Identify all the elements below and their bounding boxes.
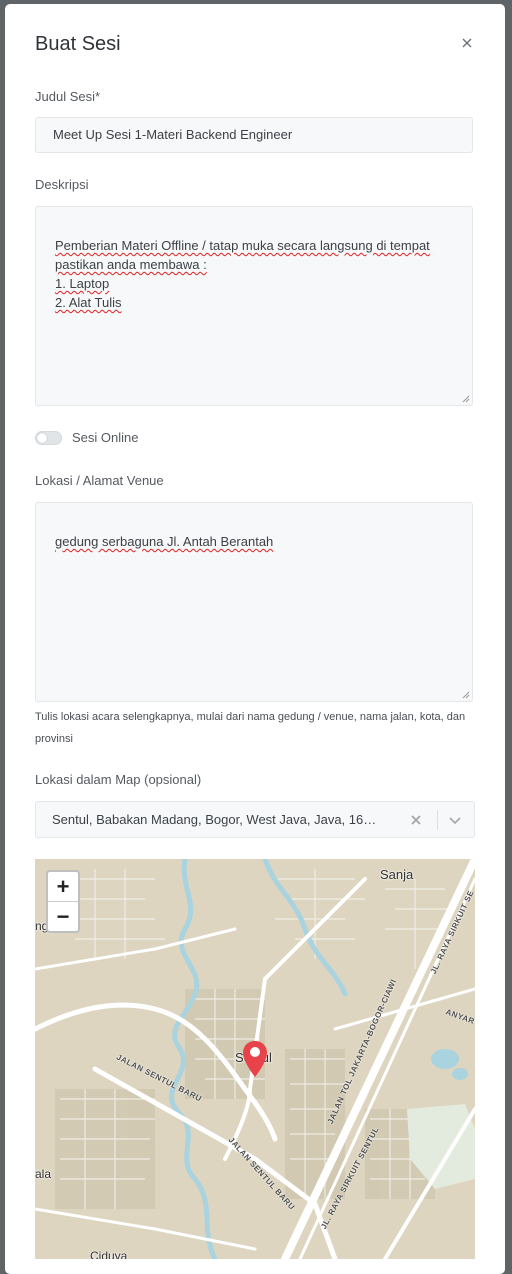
map-location-label: Lokasi dalam Map (opsional) [35,772,202,787]
description-textarea[interactable]: Pemberian Materi Offline / tatap muka se… [35,206,473,406]
title-label: Judul Sesi* [35,89,101,104]
zoom-out-button[interactable]: − [48,902,78,931]
place-label: Sanja [380,867,414,882]
location-map[interactable]: Sanja nggeter Sentul ala Ciduya JALAN SE… [35,859,475,1259]
place-label: ala [35,1167,52,1181]
resize-grip-icon[interactable] [462,691,470,699]
venue-label: Lokasi / Alamat Venue [35,473,164,488]
map-pin-icon[interactable] [242,1040,268,1078]
create-session-modal: Buat Sesi Judul Sesi* Meet Up Sesi 1-Mat… [5,4,505,1274]
modal-title: Buat Sesi [35,33,121,55]
clear-icon[interactable] [408,812,424,828]
close-icon[interactable] [458,34,476,52]
place-label: Ciduya [90,1249,128,1259]
description-text: Pemberian Materi Offline / tatap muka se… [55,238,430,310]
select-separator [437,810,438,830]
venue-help-text: Tulis lokasi acara selengkapnya, mulai d… [35,711,466,745]
session-title-input[interactable]: Meet Up Sesi 1-Materi Backend Engineer [35,117,473,153]
chevron-down-icon[interactable] [446,812,464,828]
venue-text: gedung serbaguna Jl. Antah Berantah [55,534,274,549]
map-location-value: Sentul, Babakan Madang, Bogor, West Java… [52,812,377,827]
map-location-select[interactable]: Sentul, Babakan Madang, Bogor, West Java… [35,801,475,838]
map-zoom-control: + − [46,870,80,933]
online-session-toggle[interactable] [35,431,62,445]
zoom-in-button[interactable]: + [48,872,78,902]
venue-textarea[interactable]: gedung serbaguna Jl. Antah Berantah [35,502,473,702]
toggle-knob [37,433,47,443]
resize-grip-icon[interactable] [462,395,470,403]
online-session-label: Sesi Online [72,430,139,445]
description-label: Deskripsi [35,177,89,192]
